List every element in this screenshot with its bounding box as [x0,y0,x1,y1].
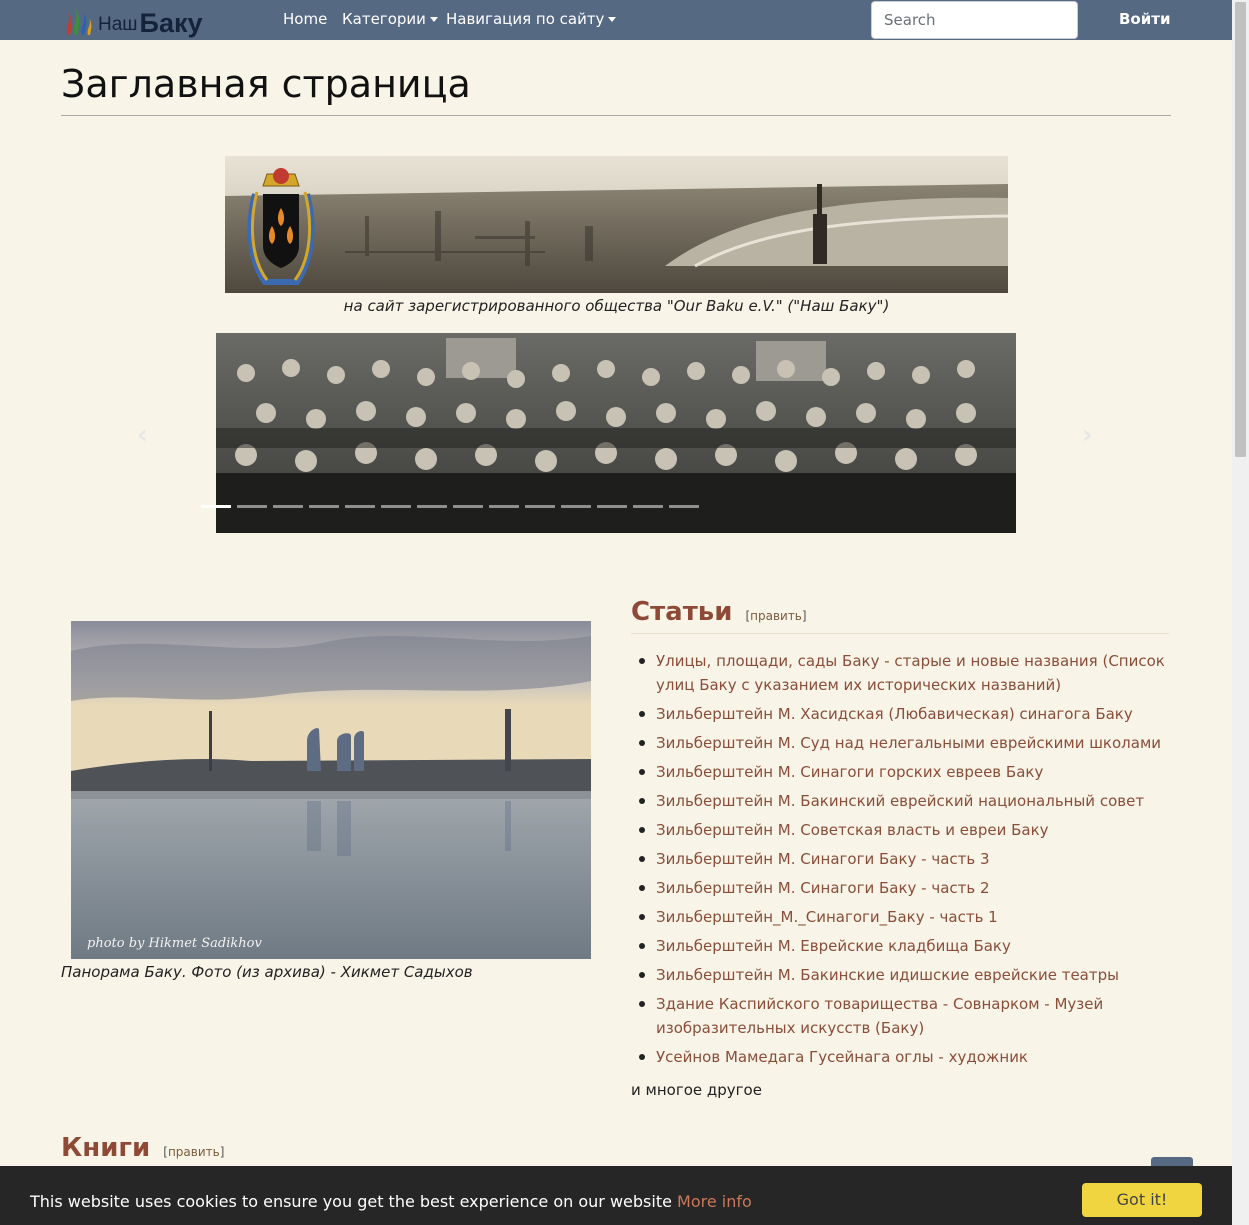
article-link[interactable]: Зильберштейн М. Синагоги Баку - часть 2 [656,879,990,897]
article-link[interactable]: Усейнов Мамедага Гусейнага оглы - художн… [656,1048,1028,1066]
list-item: Улицы, площади, сады Баку - старые и нов… [631,649,1171,697]
list-item: Зильберштейн М. Синагоги горских евреев … [631,760,1171,784]
cookie-text: This website uses cookies to ensure you … [30,1192,672,1211]
nav-categories-label: Категории [342,10,426,28]
title-divider [61,115,1171,116]
books-edit-link[interactable]: [править] [163,1145,224,1159]
carousel-indicator[interactable] [309,505,339,508]
top-navbar: Наш Баку Home Категории Навигация по сай… [0,0,1232,40]
carousel-indicator[interactable] [633,505,663,508]
more-text: и многое другое [631,1081,762,1099]
caret-down-icon [429,17,438,22]
books-heading-row: Книги [править] [61,1133,224,1163]
nav-site-navigation-label: Навигация по сайту [446,10,605,28]
list-item: Здание Каспийского товарищества - Совнар… [631,992,1171,1040]
nav-site-navigation-dropdown[interactable]: Навигация по сайту [446,10,617,28]
search-input[interactable] [871,1,1078,39]
list-item: Зильберштейн М. Еврейские кладбища Баку [631,934,1171,958]
panorama-watermark: photo by Hikmet Sadikhov [87,936,262,951]
books-heading: Книги [61,1133,151,1163]
article-link[interactable]: Улицы, площади, сады Баку - старые и нов… [656,652,1165,694]
logo-text-big: Баку [139,7,203,38]
caret-down-icon [608,17,617,22]
nav-home-link[interactable]: Home [283,10,327,28]
carousel-indicator[interactable] [201,505,231,508]
articles-heading: Статьи [631,597,733,627]
cookie-accept-button[interactable]: Got it! [1082,1183,1202,1217]
carousel-prev-icon[interactable]: ‹ [137,420,148,450]
carousel-indicator[interactable] [597,505,627,508]
articles-list: Улицы, площади, сады Баку - старые и нов… [631,649,1171,1074]
photo-carousel[interactable] [216,333,1016,533]
articles-edit-link[interactable]: [править] [745,609,806,623]
login-link[interactable]: Войти [1119,10,1170,28]
article-link[interactable]: Зильберштейн_М._Синагоги_Баку - часть 1 [656,908,998,926]
page-title: Заглавная страница [61,62,471,106]
carousel-indicator[interactable] [273,505,303,508]
cookie-consent-bar: This website uses cookies to ensure you … [0,1166,1232,1225]
article-link[interactable]: Зильберштейн М. Бакинские идишские еврей… [656,966,1119,984]
books-edit-label[interactable]: править [168,1145,220,1159]
carousel-indicator[interactable] [345,505,375,508]
site-logo[interactable]: Наш Баку [62,3,202,39]
articles-edit-label[interactable]: править [750,609,802,623]
article-link[interactable]: Зильберштейн М. Синагоги Баку - часть 3 [656,850,990,868]
article-link[interactable]: Зильберштейн М. Синагоги горских евреев … [656,763,1043,781]
carousel-indicator[interactable] [237,505,267,508]
list-item: Усейнов Мамедага Гусейнага оглы - художн… [631,1045,1171,1069]
article-link[interactable]: Зильберштейн М. Еврейские кладбища Баку [656,937,1011,955]
article-link[interactable]: Здание Каспийского товарищества - Совнар… [656,995,1103,1037]
article-link[interactable]: Зильберштейн М. Хасидская (Любавическая)… [656,705,1133,723]
logo-text-small: Наш [98,14,138,35]
list-item: Зильберштейн М. Бакинские идишские еврей… [631,963,1171,987]
flame-logo-icon [66,9,92,35]
banner-caption: на сайт зарегистрированного общества "Ou… [343,297,890,315]
panorama-caption: Панорама Баку. Фото (из архива) - Хикмет… [61,963,473,981]
carousel-indicator[interactable] [381,505,411,508]
baku-panorama-photo: photo by Hikmet Sadikhov [71,621,591,959]
list-item: Зильберштейн_М._Синагоги_Баку - часть 1 [631,905,1171,929]
list-item: Зильберштейн М. Синагоги Баку - часть 2 [631,876,1171,900]
scrollbar-thumb[interactable] [1235,2,1246,457]
baku-banner-image [225,156,1008,293]
cookie-more-info-link[interactable]: More info [677,1192,752,1211]
carousel-indicators [201,505,699,508]
list-item: Зильберштейн М. Синагоги Баку - часть 3 [631,847,1171,871]
carousel-indicator[interactable] [453,505,483,508]
article-link[interactable]: Зильберштейн М. Бакинский еврейский наци… [656,792,1144,810]
article-link[interactable]: Зильберштейн М. Суд над нелегальными евр… [656,734,1161,752]
carousel-indicator[interactable] [417,505,447,508]
cookie-message: This website uses cookies to ensure you … [30,1192,752,1211]
list-item: Зильберштейн М. Суд над нелегальными евр… [631,731,1171,755]
carousel-indicator[interactable] [489,505,519,508]
list-item: Зильберштейн М. Советская власть и евреи… [631,818,1171,842]
articles-heading-row: Статьи [править] [631,597,807,627]
list-item: Зильберштейн М. Бакинский еврейский наци… [631,789,1171,813]
article-link[interactable]: Зильберштейн М. Советская власть и евреи… [656,821,1049,839]
carousel-next-icon[interactable]: › [1082,420,1093,450]
carousel-indicator[interactable] [669,505,699,508]
nav-categories-dropdown[interactable]: Категории [342,10,438,28]
list-item: Зильберштейн М. Хасидская (Любавическая)… [631,702,1171,726]
articles-divider [631,633,1169,634]
carousel-indicator[interactable] [561,505,591,508]
carousel-indicator[interactable] [525,505,555,508]
